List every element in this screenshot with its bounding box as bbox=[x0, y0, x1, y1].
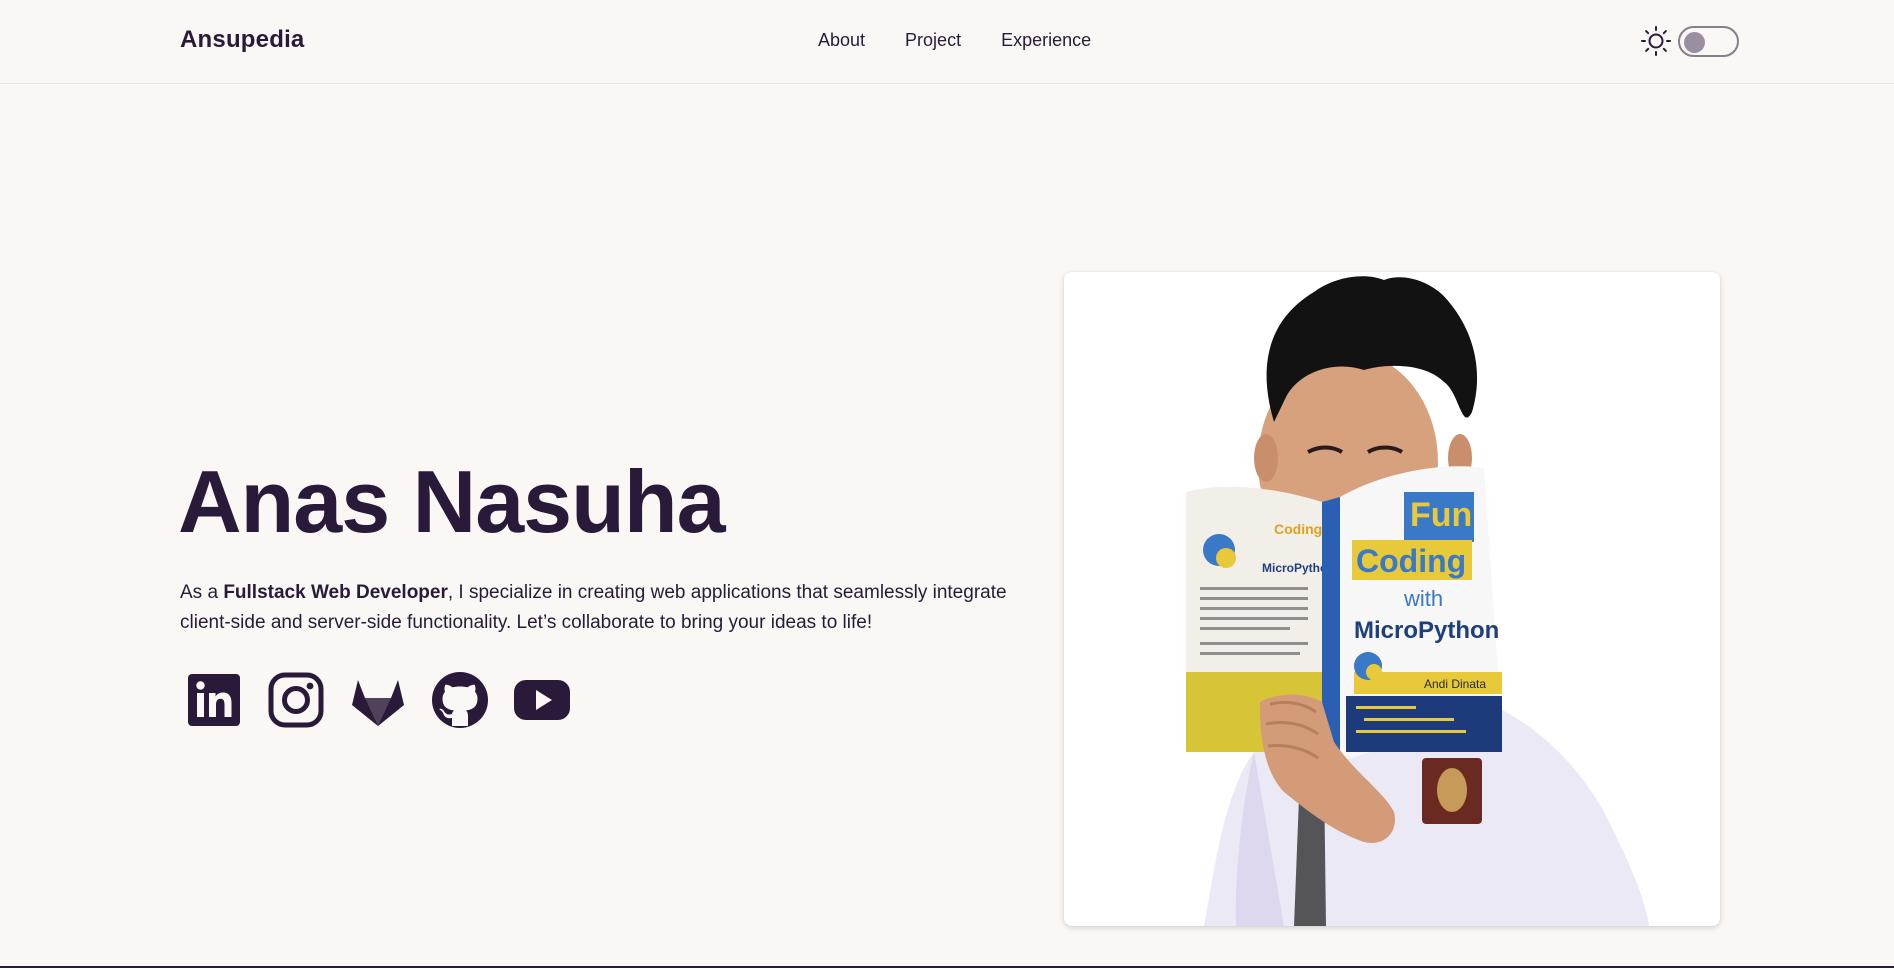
hero-desc-prefix: As a bbox=[180, 582, 224, 603]
linkedin-link[interactable] bbox=[184, 670, 244, 730]
theme-toggle-knob bbox=[1684, 31, 1705, 53]
sun-icon bbox=[1641, 26, 1671, 56]
navbar: Ansupedia About Project Experience bbox=[0, 0, 1894, 84]
profile-photo-card: Coding MicroPython Fun Coding with Micro… bbox=[1064, 272, 1720, 926]
book-title-3: with bbox=[1403, 586, 1443, 611]
brand-logo-link[interactable]: Ansupedia bbox=[180, 26, 304, 54]
svg-text:Coding: Coding bbox=[1274, 521, 1322, 537]
nav-links: About Project Experience bbox=[818, 30, 1091, 51]
nav-link-experience[interactable]: Experience bbox=[1001, 30, 1091, 51]
hero-name: Anas Nasuha bbox=[178, 452, 726, 551]
github-icon bbox=[432, 672, 488, 728]
linkedin-icon bbox=[188, 674, 240, 726]
book-title-1: Fun bbox=[1410, 496, 1472, 534]
book-title-4: MicroPython bbox=[1354, 617, 1499, 644]
book-author: Andi Dinata bbox=[1424, 677, 1486, 691]
book-title-2: Coding bbox=[1356, 543, 1466, 579]
hero-desc-role: Fullstack Web Developer bbox=[223, 582, 448, 603]
theme-toggle[interactable] bbox=[1678, 25, 1739, 57]
youtube-icon bbox=[514, 680, 570, 720]
instagram-link[interactable] bbox=[266, 670, 326, 730]
profile-photo: Coding MicroPython Fun Coding with Micro… bbox=[1064, 272, 1720, 926]
nav-link-project[interactable]: Project bbox=[905, 30, 961, 51]
instagram-icon bbox=[268, 672, 324, 728]
hero-description: As a Fullstack Web Developer, I speciali… bbox=[180, 578, 1050, 638]
page: Ansupedia About Project Experience Anas … bbox=[0, 0, 1894, 968]
github-link[interactable] bbox=[430, 670, 490, 730]
youtube-link[interactable] bbox=[512, 670, 572, 730]
gitlab-icon bbox=[352, 680, 404, 726]
nav-link-about[interactable]: About bbox=[818, 30, 865, 51]
gitlab-link[interactable] bbox=[348, 670, 408, 730]
theme-switcher bbox=[1640, 25, 1739, 57]
social-links bbox=[184, 670, 572, 730]
